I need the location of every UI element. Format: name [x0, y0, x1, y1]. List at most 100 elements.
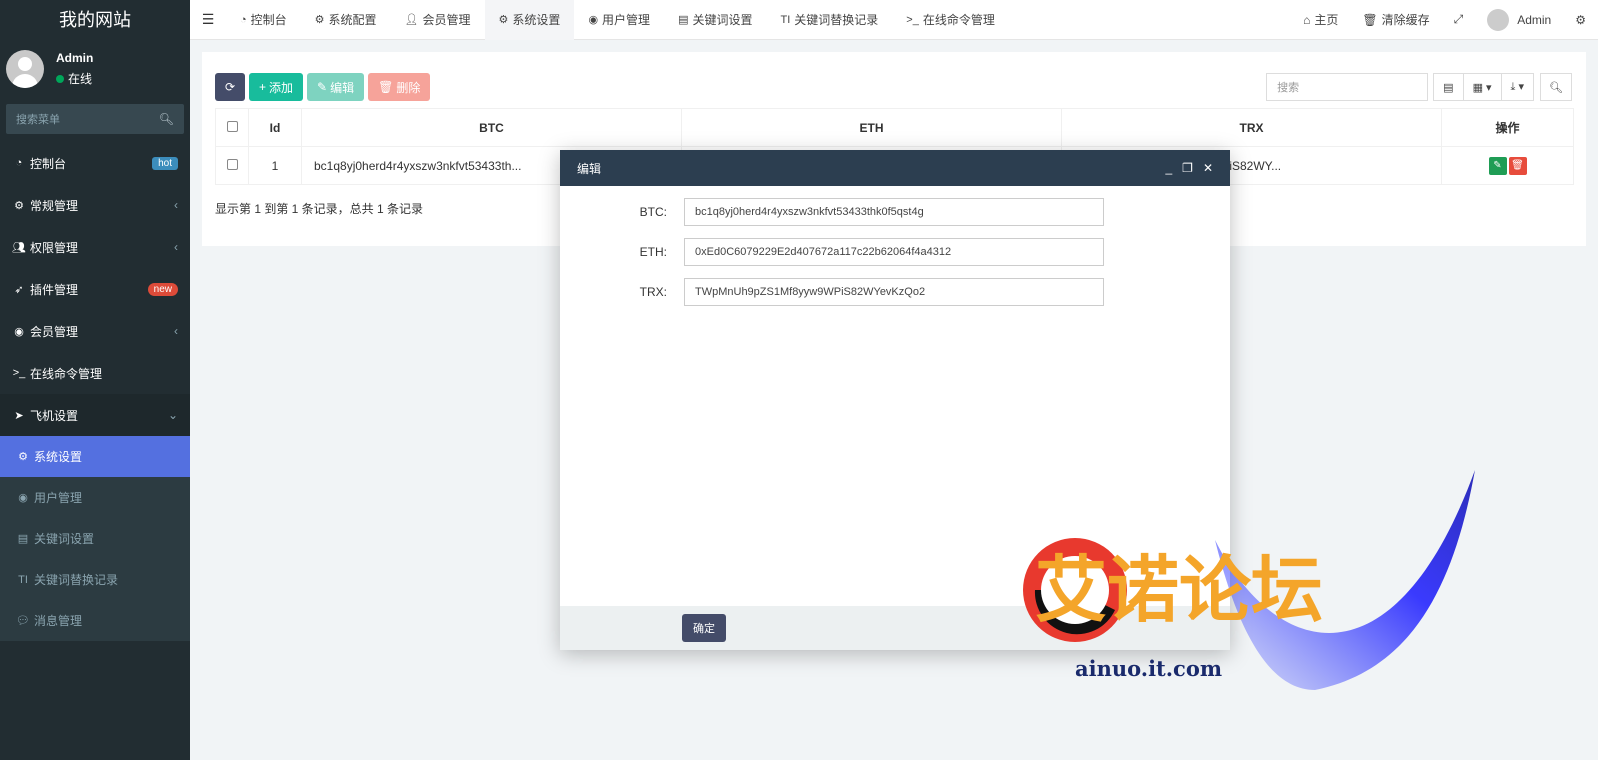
new-badge: new: [147, 282, 178, 296]
refresh-button[interactable]: ⟳: [215, 73, 245, 101]
user-circle-icon: ◉: [588, 14, 599, 26]
chevron-down-icon: ⌄: [167, 408, 178, 422]
header-id[interactable]: Id: [248, 108, 302, 147]
search-icon: 🔍︎: [1549, 81, 1563, 94]
user-panel: Admin 在线: [0, 40, 190, 98]
user-name: Admin: [56, 51, 94, 65]
edit-modal: 编辑 _ ❐ ✕ BTC: bc1q8yj0herd4r4yxszw3nkfvt…: [560, 150, 1230, 650]
cell-actions: ✎ 🗑︎: [1441, 146, 1574, 185]
avatar: [1487, 8, 1510, 31]
delete-button[interactable]: 🗑︎ 删除: [368, 73, 431, 101]
eth-field[interactable]: 0xEd0C6079229E2d407672a117c22b62064f4a43…: [684, 238, 1104, 266]
user-icon: 👤︎: [404, 14, 419, 26]
plus-icon: +: [259, 80, 267, 94]
sidebar-item-general[interactable]: ⚙ 常规管理 ‹: [0, 184, 190, 226]
table-header-row: Id BTC ETH TRX 操作: [215, 108, 1574, 147]
sidebar-item-telegram[interactable]: ➤ 飞机设置 ⌄: [0, 394, 190, 436]
gear-icon: ⚙: [18, 451, 28, 463]
online-dot-icon: [56, 74, 64, 83]
trash-icon: 🗑︎: [378, 80, 394, 94]
sidebar-subitem-system-settings[interactable]: ⚙ 系统设置: [0, 436, 190, 477]
toggle-view-button[interactable]: ▤: [1433, 73, 1464, 101]
trash-icon: 🗑︎: [1362, 12, 1378, 27]
row-edit-button[interactable]: ✎: [1488, 156, 1507, 175]
sidebar-search-input[interactable]: 搜索菜单: [16, 111, 159, 127]
modal-footer: 确定: [560, 606, 1230, 650]
watermark-url: ainuo.it.com: [1075, 656, 1223, 681]
btc-field[interactable]: bc1q8yj0herd4r4yxszw3nkfvt53433thk0f5qst…: [684, 198, 1104, 226]
search-icon[interactable]: 🔍︎: [159, 112, 174, 126]
row-checkbox[interactable]: [226, 158, 238, 170]
trx-field[interactable]: TWpMnUh9pZS1Mf8yyw9WPiS82WYevKzQo2: [684, 278, 1104, 306]
tab-member-management[interactable]: 👤︎ 会员管理: [391, 0, 485, 40]
terminal-icon: >_: [12, 367, 26, 379]
dashboard-icon: ◔: [15, 157, 23, 169]
user-circle-icon: ◉: [14, 325, 24, 338]
tab-online-commands[interactable]: >_ 在线命令管理: [892, 0, 1009, 40]
add-button[interactable]: + 添加: [249, 73, 304, 101]
list-icon: ▤: [1443, 81, 1454, 94]
chevron-left-icon: ‹: [174, 198, 178, 212]
sidebar-item-commands[interactable]: >_ 在线命令管理: [0, 352, 190, 394]
comment-icon: 💬︎: [16, 615, 30, 627]
sidebar-subitem-messages[interactable]: 💬︎ 消息管理: [0, 600, 190, 641]
sidebar-item-plugins[interactable]: ➶ 插件管理 new: [0, 268, 190, 310]
tab-keyword-replace-log[interactable]: TI 关键词替换记录: [766, 0, 892, 40]
text-icon: TI: [780, 13, 791, 26]
select-all-checkbox[interactable]: [226, 120, 238, 132]
header-btc[interactable]: BTC: [301, 108, 682, 147]
user-avatar: [6, 50, 44, 88]
refresh-icon: ⟳: [224, 80, 236, 94]
cogs-icon: ⚙: [14, 199, 24, 212]
sidebar-subitem-users[interactable]: ◉ 用户管理: [0, 477, 190, 518]
pencil-icon: ✎: [317, 80, 328, 94]
site-logo[interactable]: 我的网站: [0, 0, 190, 40]
user-menu[interactable]: Admin: [1475, 8, 1563, 31]
eth-label: ETH:: [639, 245, 667, 259]
home-link[interactable]: ⌂ 主页: [1291, 11, 1350, 28]
form-row-eth: ETH: 0xEd0C6079229E2d407672a117c22b62064…: [560, 238, 1230, 266]
search-button[interactable]: 🔍︎: [1540, 73, 1572, 101]
sidebar-item-dashboard[interactable]: ◔ 控制台 hot: [0, 142, 190, 184]
user-status: 在线: [56, 70, 93, 87]
row-delete-button[interactable]: 🗑︎: [1508, 156, 1527, 175]
sidebar-item-members[interactable]: ◉ 会员管理 ‹: [0, 310, 190, 352]
columns-button[interactable]: ▦ ▾: [1462, 73, 1502, 101]
top-navbar: ☰ ◔ 控制台 ⚙ 系统配置 👤︎ 会员管理 ⚙ 系统设置 ◉ 用户管理 ▤ 关键词设置 T…: [190, 0, 1598, 40]
minimize-icon[interactable]: _: [1165, 161, 1172, 175]
export-button[interactable]: ⤓ ▾: [1500, 73, 1534, 101]
confirm-button[interactable]: 确定: [682, 614, 726, 642]
settings-gear-icon[interactable]: ⚙: [1563, 13, 1598, 27]
chevron-left-icon: ‹: [174, 324, 178, 338]
chevron-left-icon: ‹: [174, 240, 178, 254]
header-actions: 操作: [1441, 108, 1574, 147]
header-eth[interactable]: ETH: [681, 108, 1062, 147]
table-search-input[interactable]: 搜索: [1266, 73, 1429, 101]
menu-toggle-icon[interactable]: ☰: [190, 11, 226, 28]
sidebar-search[interactable]: 搜索菜单 🔍︎: [6, 104, 184, 134]
gear-icon: ⚙: [314, 14, 325, 26]
close-icon[interactable]: ✕: [1203, 161, 1213, 175]
tab-keyword-settings[interactable]: ▤ 关键词设置: [664, 0, 766, 40]
tab-user-management[interactable]: ◉ 用户管理: [574, 0, 664, 40]
tab-system-settings[interactable]: ⚙ 系统设置: [484, 0, 575, 40]
sidebar-subitem-keywords[interactable]: ▤ 关键词设置: [0, 518, 190, 559]
file-icon: ▤: [678, 14, 689, 26]
terminal-icon: >_: [906, 13, 919, 26]
sidebar: 我的网站 Admin 在线 搜索菜单 🔍︎ ◔ 控制台 hot ⚙ 常规管理 ‹…: [0, 0, 190, 760]
sidebar-item-permissions[interactable]: 👥︎ 权限管理 ‹: [0, 226, 190, 268]
file-icon: ▤: [17, 533, 29, 545]
users-icon: 👥︎: [12, 241, 26, 254]
tab-system-config[interactable]: ⚙ 系统配置: [301, 0, 391, 40]
clear-cache-button[interactable]: 🗑︎ 清除缓存: [1350, 11, 1441, 28]
header-trx[interactable]: TRX: [1061, 108, 1442, 147]
edit-button[interactable]: ✎ 编辑: [307, 73, 365, 101]
hot-badge: hot: [152, 156, 178, 170]
table-search-tools: 搜索 ▤ ▦ ▾ ⤓ ▾ 🔍︎: [1266, 73, 1572, 101]
tab-dashboard[interactable]: ◔ 控制台: [226, 0, 301, 40]
maximize-icon[interactable]: ❐: [1182, 161, 1193, 175]
select-all-cell[interactable]: [215, 108, 249, 147]
row-select-cell[interactable]: [215, 146, 249, 185]
sidebar-subitem-keyword-log[interactable]: TI 关键词替换记录: [0, 559, 190, 600]
fullscreen-icon[interactable]: ⤢: [1442, 12, 1476, 27]
